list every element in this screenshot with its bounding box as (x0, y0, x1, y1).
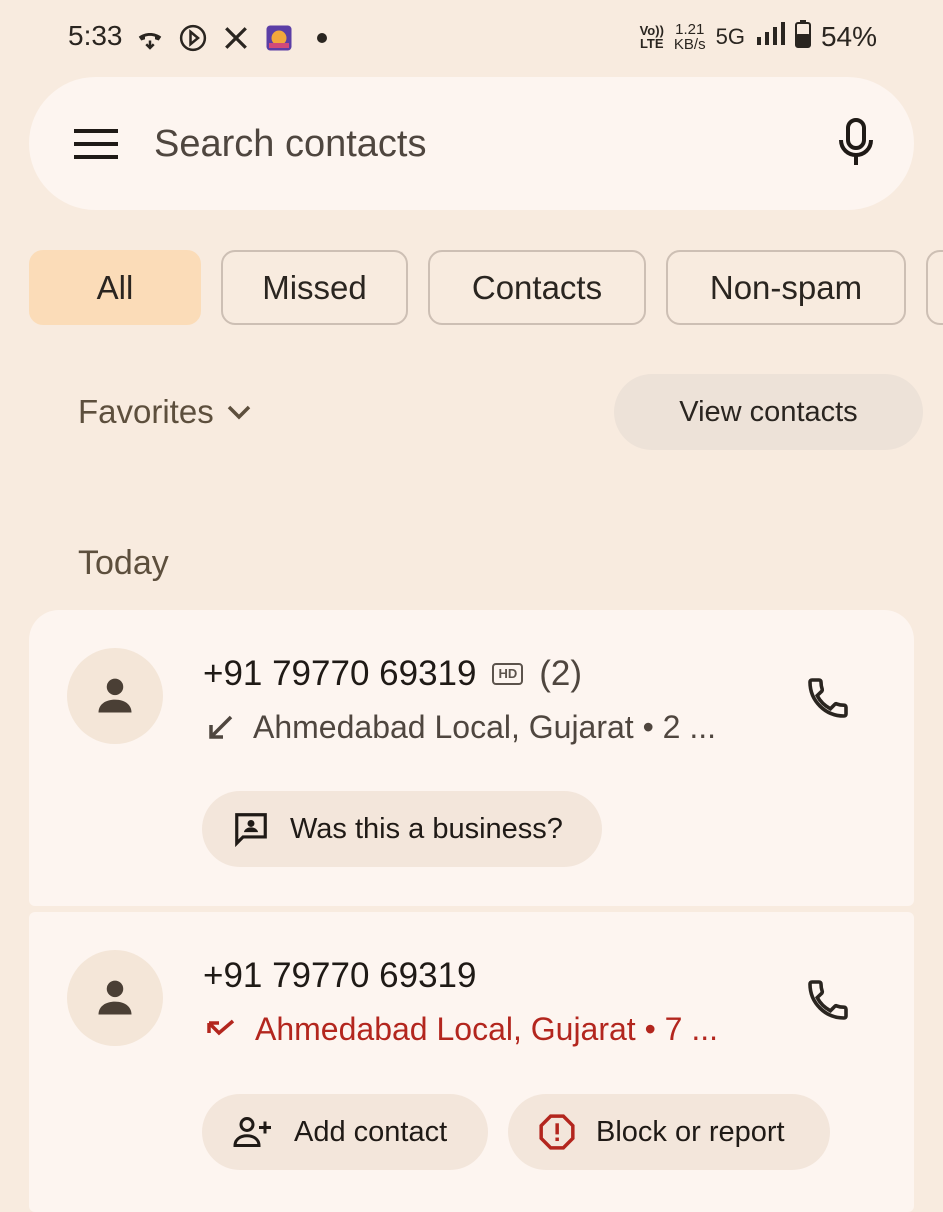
missed-call-icon (207, 1019, 235, 1035)
notification-dot-icon (306, 22, 338, 54)
view-contacts-button[interactable]: View contacts (614, 374, 923, 450)
filter-chip-contacts[interactable]: Contacts (428, 250, 646, 325)
caller-number-row: +91 79770 69319 (203, 956, 476, 996)
call-button[interactable] (798, 970, 858, 1030)
avatar (67, 648, 163, 744)
call-detail: Ahmedabad Local, Gujarat • 7 ... (255, 1011, 719, 1047)
phone-icon (808, 980, 848, 1020)
status-right: Vo)) LTE 1.21 KB/s 5G 54% (640, 20, 877, 53)
business-feedback-label: Was this a business? (290, 812, 563, 845)
play-circle-icon (177, 22, 209, 54)
call-detail: Ahmedabad Local, Gujarat • 2 ... (253, 709, 717, 745)
filter-chip-all[interactable]: All (29, 250, 201, 325)
call-end-icon (134, 22, 166, 54)
contact-card-icon (235, 813, 267, 848)
call-count: (2) (539, 654, 583, 693)
status-time: 5:33 (68, 20, 123, 51)
search-input[interactable]: Search contacts (154, 123, 426, 166)
add-contact-button[interactable]: Add contact (202, 1094, 488, 1170)
menu-icon[interactable] (74, 128, 120, 165)
x-app-icon (220, 22, 252, 54)
call-detail-row: Ahmedabad Local, Gujarat • 7 ... (205, 1011, 718, 1048)
call-button[interactable] (798, 668, 858, 728)
mic-icon[interactable] (836, 118, 876, 173)
caller-number: +91 79770 69319 (203, 956, 477, 995)
add-contact-label: Add contact (294, 1115, 448, 1148)
filter-chip-non-spam[interactable]: Non-spam (666, 250, 906, 325)
incoming-call-icon (209, 715, 233, 739)
hd-badge: HD (492, 663, 524, 685)
block-report-button[interactable]: Block or report (508, 1094, 830, 1170)
volte-indicator: Vo)) LTE (639, 22, 664, 51)
network-type: 5G (715, 23, 745, 49)
section-header-today: Today (78, 544, 169, 582)
filter-chip-overflow[interactable] (926, 250, 943, 325)
caller-number: +91 79770 69319 (203, 654, 477, 693)
avatar (67, 950, 163, 1046)
favorites-toggle[interactable]: Favorites (78, 393, 252, 431)
game-app-icon (263, 22, 295, 54)
business-feedback-button[interactable]: Was this a business? (202, 791, 602, 867)
battery-percent: 54% (820, 20, 877, 52)
filter-chip-missed[interactable]: Missed (221, 250, 408, 325)
phone-icon (808, 678, 848, 718)
call-detail-row: Ahmedabad Local, Gujarat • 2 ... (205, 709, 716, 746)
block-report-label: Block or report (596, 1115, 785, 1148)
favorites-label: Favorites (78, 393, 214, 430)
person-icon (98, 678, 132, 713)
add-person-icon (233, 1117, 271, 1147)
battery-icon (794, 20, 811, 53)
network-speed: 1.21 KB/s (673, 20, 706, 53)
caller-number-row: +91 79770 69319 HD (2) (203, 654, 582, 694)
signal-icon (755, 21, 785, 52)
chevron-down-icon (227, 405, 250, 420)
report-icon (539, 1114, 575, 1150)
person-icon (98, 980, 132, 1015)
